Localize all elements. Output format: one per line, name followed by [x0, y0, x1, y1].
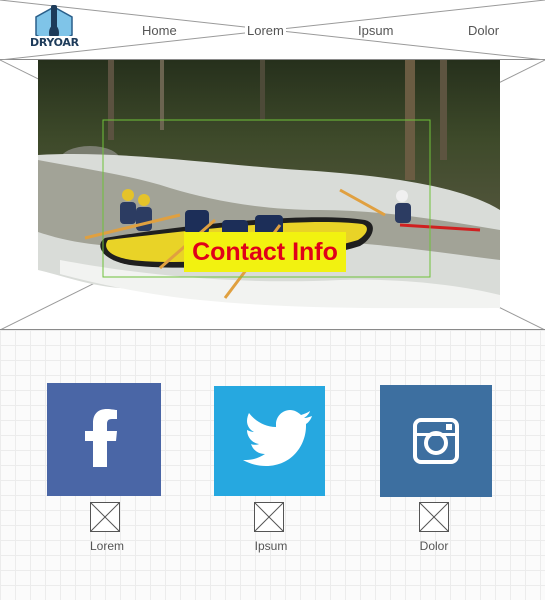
image-placeholder	[254, 502, 284, 532]
header: DRYOAR Home Lorem Ipsum Dolor	[0, 0, 545, 60]
dryoar-logo[interactable]: DRYOAR	[28, 3, 80, 55]
instagram-icon	[380, 385, 492, 497]
image-placeholder	[90, 502, 120, 532]
nav-dolor[interactable]: Dolor	[466, 23, 502, 38]
facebook-tile[interactable]	[47, 383, 161, 496]
social-label-lorem: Lorem	[89, 539, 124, 553]
facebook-icon	[47, 383, 161, 496]
logo-text: DRYOAR	[30, 36, 79, 49]
hero-image	[0, 60, 545, 329]
twitter-icon	[214, 386, 325, 496]
social-label-ipsum: Ipsum	[254, 539, 288, 553]
hero-section: Contact Info	[0, 60, 545, 330]
nav-lorem[interactable]: Lorem	[245, 23, 286, 38]
social-section: Lorem Ipsum Dolor	[0, 330, 545, 600]
nav-home[interactable]: Home	[140, 23, 179, 38]
contact-info-label[interactable]: Contact Info	[184, 232, 346, 272]
twitter-tile[interactable]	[214, 386, 325, 496]
social-label-dolor: Dolor	[419, 539, 449, 553]
instagram-tile[interactable]	[380, 385, 492, 497]
image-placeholder	[419, 502, 449, 532]
nav-ipsum[interactable]: Ipsum	[356, 23, 396, 38]
